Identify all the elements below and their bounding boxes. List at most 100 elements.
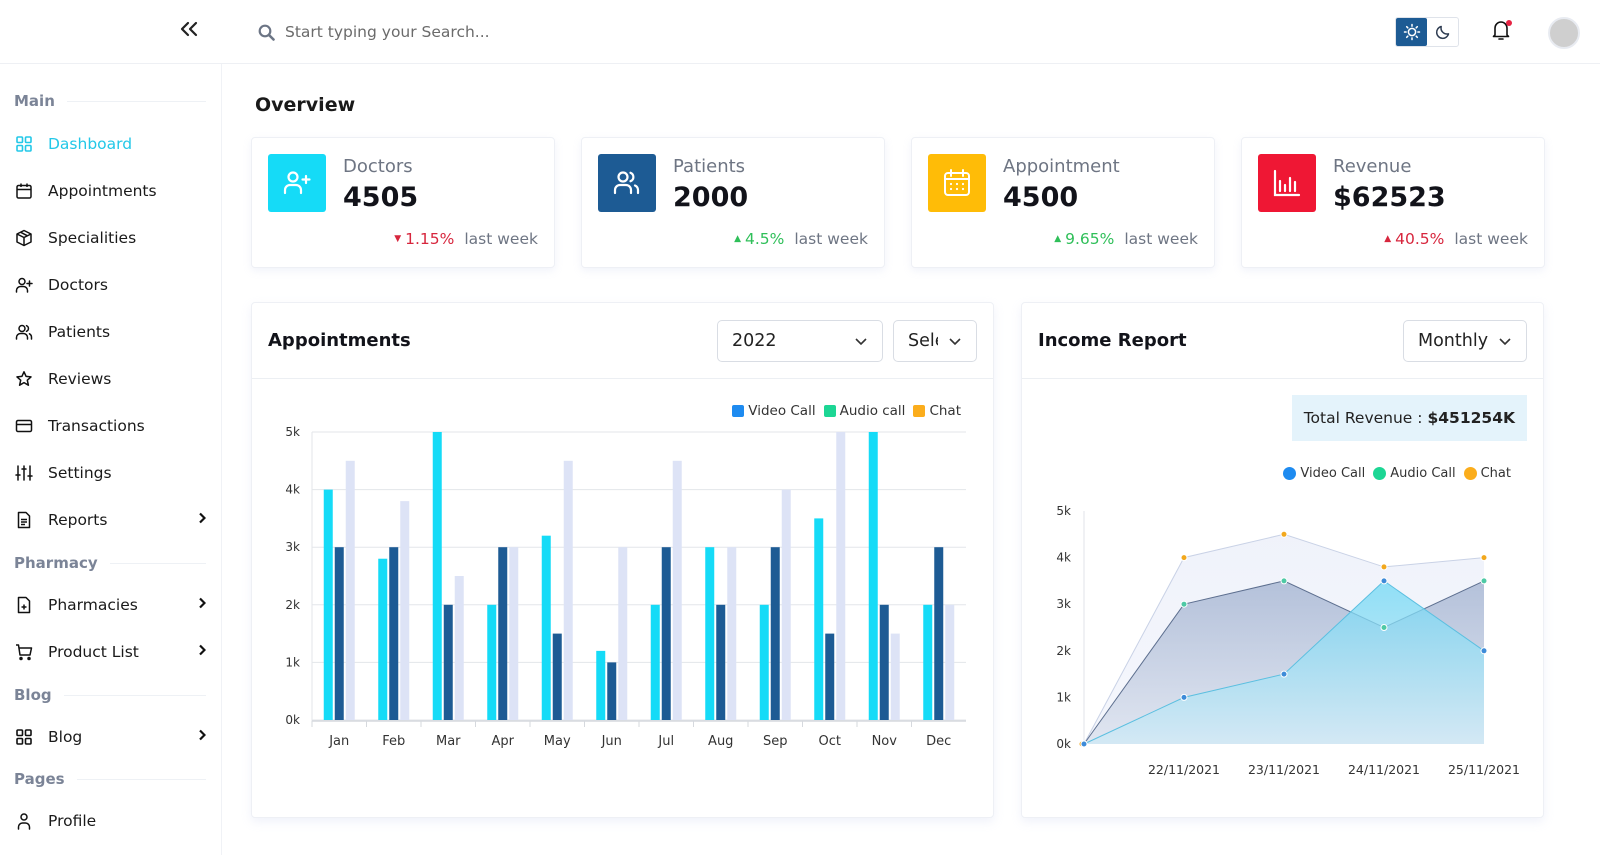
sidebar-item-settings[interactable]: Settings xyxy=(14,458,206,488)
sidebar-item-product-list[interactable]: Product List xyxy=(14,637,207,667)
income-area-chart: 0k 1k 2k 3k 4k 5k 22/11/2021 23/11/2021 24/11/20… xyxy=(1056,504,1520,777)
bar-chat xyxy=(672,460,682,720)
bar-audio-call xyxy=(552,633,562,720)
sidebar-item-transactions[interactable]: Transactions xyxy=(14,411,206,441)
panel-header: Income Report Monthly xyxy=(1022,303,1543,379)
main-content: Overview Doctors 4505 ▼ 1.15% last week P… xyxy=(222,64,1600,855)
sidebar-item-doctors[interactable]: Doctors xyxy=(14,270,206,300)
trend-period: last week xyxy=(464,230,538,248)
nav-label: Doctors xyxy=(48,276,108,294)
trend-period: last week xyxy=(1454,230,1528,248)
y-tick-label: 4k xyxy=(1056,551,1071,565)
legend-item[interactable]: Chat xyxy=(1463,466,1511,481)
light-mode-button[interactable] xyxy=(1396,18,1427,46)
y-tick-label: 1k xyxy=(285,655,300,669)
user-plus-icon xyxy=(283,171,311,195)
legend-item[interactable]: Audio Call xyxy=(1373,466,1456,481)
sidebar-item-dashboard[interactable]: Dashboard xyxy=(14,129,206,159)
notifications-button[interactable] xyxy=(1490,18,1514,44)
legend-swatch xyxy=(1373,467,1387,480)
section-label: Pages xyxy=(14,770,65,788)
moon-icon xyxy=(1435,25,1449,40)
type-select[interactable]: Sele xyxy=(893,320,977,362)
bar-video-call xyxy=(759,604,769,720)
file-text-icon xyxy=(14,510,34,530)
user-icon xyxy=(14,811,34,831)
point-video-call xyxy=(1480,647,1488,655)
nav-label: Specialities xyxy=(48,229,137,247)
chevron-down-icon xyxy=(1498,333,1512,353)
chart-legend: Video Call Audio call Chat xyxy=(724,403,961,419)
x-tick-label: 22/11/2021 xyxy=(1148,762,1220,777)
bar-video-call xyxy=(378,558,388,720)
sliders-icon xyxy=(14,463,34,483)
sidebar-item-reviews[interactable]: Reviews xyxy=(14,364,206,394)
stat-trend: ▲ 4.5% last week xyxy=(734,230,868,248)
x-tick-label: Sep xyxy=(763,734,788,749)
y-tick-label: 2k xyxy=(1056,644,1071,658)
bar-audio-call xyxy=(498,547,508,720)
bar-chat xyxy=(345,460,355,720)
point-video-call xyxy=(1280,670,1288,678)
bar-video-call xyxy=(650,604,660,720)
stat-card-patients: Patients 2000 ▲ 4.5% last week xyxy=(581,137,885,268)
dark-mode-button[interactable] xyxy=(1427,18,1458,46)
nav-label: Pharmacies xyxy=(48,596,138,614)
point-audio-call xyxy=(1380,624,1388,631)
x-tick-label: 23/11/2021 xyxy=(1248,762,1320,777)
point-video-call xyxy=(1080,740,1088,748)
sidebar-item-patients[interactable]: Patients xyxy=(14,317,206,347)
point-chat xyxy=(1180,554,1188,562)
credit-card-icon xyxy=(14,416,34,436)
nav-label: Reviews xyxy=(48,370,112,388)
stat-value: 4500 xyxy=(1003,182,1079,213)
nav-label: Blog xyxy=(48,728,83,746)
legend-item[interactable]: Video Call xyxy=(1283,466,1365,481)
y-tick-label: 3k xyxy=(285,540,300,554)
stat-trend: ▲ 40.5% last week xyxy=(1384,230,1528,248)
nav-label: Settings xyxy=(48,464,112,482)
legend-item[interactable]: Chat xyxy=(913,403,961,419)
search-icon xyxy=(258,24,275,41)
trend-percent: 40.5% xyxy=(1395,230,1445,248)
period-select[interactable]: Monthly xyxy=(1403,320,1527,362)
x-tick-label: Dec xyxy=(926,734,951,749)
nav-label: Reports xyxy=(48,511,108,529)
box-icon xyxy=(14,228,34,248)
section-label: Pharmacy xyxy=(14,554,98,572)
select-value: Monthly xyxy=(1418,331,1489,351)
chevron-right-icon xyxy=(198,729,207,745)
nav-label: Product List xyxy=(48,643,139,661)
stat-card-doctors: Doctors 4505 ▼ 1.15% last week xyxy=(251,137,555,268)
user-avatar[interactable] xyxy=(1548,17,1580,49)
section-label: Main xyxy=(14,92,55,110)
bar-video-call xyxy=(705,547,715,720)
sidebar-item-specialities[interactable]: Specialities xyxy=(14,223,206,253)
bar-video-call xyxy=(323,489,333,720)
search-input[interactable] xyxy=(285,23,705,41)
sidebar-item-blog[interactable]: Blog xyxy=(14,722,207,752)
point-video-call xyxy=(1380,577,1388,585)
bar-chat xyxy=(945,604,955,720)
chart-legend: Video Call Audio Call Chat xyxy=(1275,466,1511,481)
bar-video-call xyxy=(923,604,933,720)
year-select[interactable]: 2022 xyxy=(717,320,883,362)
collapse-sidebar-button[interactable] xyxy=(180,20,198,42)
top-bar xyxy=(0,0,1600,64)
legend-item[interactable]: Video Call xyxy=(732,403,816,419)
stat-card-appointment: Appointment 4500 ▲ 9.65% last week xyxy=(911,137,1215,268)
notification-dot xyxy=(1506,20,1512,26)
chevron-right-icon xyxy=(198,512,207,528)
sidebar-item-profile[interactable]: Profile xyxy=(14,806,206,836)
chevron-down-icon xyxy=(948,333,962,353)
trend-change: ▼ 1.15% xyxy=(394,230,454,248)
bar-chat xyxy=(618,547,628,720)
bar-audio-call xyxy=(334,547,344,720)
legend-item[interactable]: Audio call xyxy=(823,403,905,419)
sidebar-item-pharmacies[interactable]: Pharmacies xyxy=(14,590,207,620)
legend-swatch xyxy=(913,405,926,417)
stat-label: Appointment xyxy=(1003,156,1120,177)
stat-value: 4505 xyxy=(343,182,419,213)
sidebar-item-appointments[interactable]: Appointments xyxy=(14,176,206,206)
sidebar-item-reports[interactable]: Reports xyxy=(14,505,207,535)
